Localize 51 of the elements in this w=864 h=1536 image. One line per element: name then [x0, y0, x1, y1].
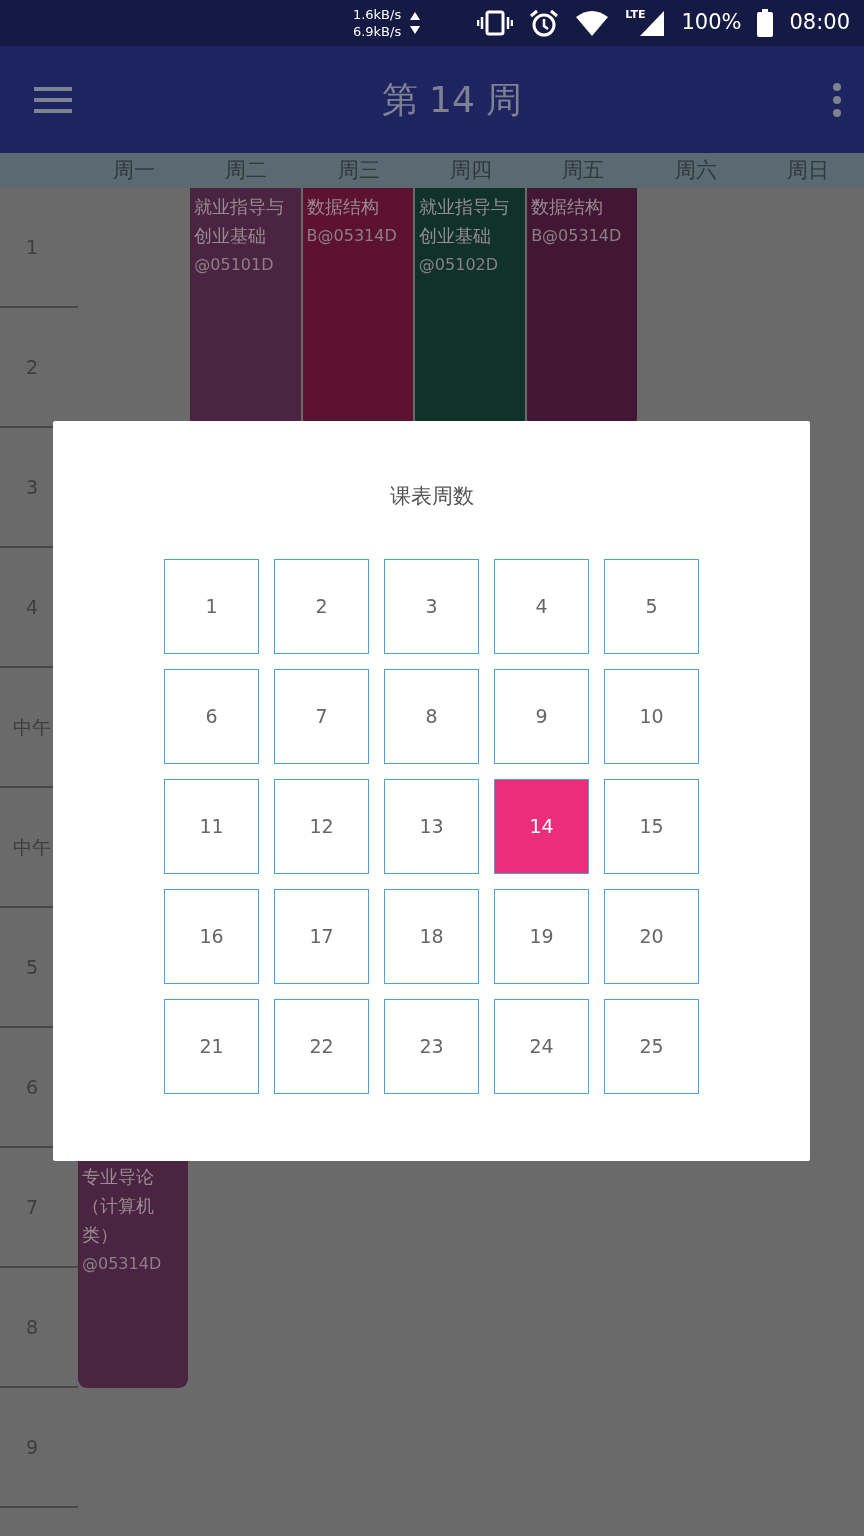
network-type-label: LTE [625, 9, 646, 21]
week-button[interactable]: 20 [604, 889, 699, 984]
course-room: @05314D [82, 1253, 163, 1275]
week-button[interactable]: 2 [274, 559, 369, 654]
week-button[interactable]: 8 [384, 669, 479, 764]
week-button[interactable]: 21 [164, 999, 259, 1094]
week-button[interactable]: 10 [604, 669, 699, 764]
course-name: 数据结构 [306, 195, 380, 219]
course-name: 就业指导与创业基础 [194, 195, 286, 248]
week-button[interactable]: 3 [384, 559, 479, 654]
week-button[interactable]: 18 [384, 889, 479, 984]
vibrate-icon [477, 9, 514, 37]
week-button[interactable]: 1 [164, 559, 259, 654]
download-speed: 6.9kB/s [352, 23, 402, 40]
week-button[interactable]: 16 [164, 889, 259, 984]
upload-speed: 1.6kB/s [352, 6, 402, 23]
course-room: @05102D [418, 254, 500, 276]
week-button[interactable]: 17 [274, 889, 369, 984]
alarm-icon [529, 8, 560, 38]
week-button[interactable]: 7 [274, 669, 369, 764]
week-button[interactable]: 11 [164, 779, 259, 874]
week-button[interactable]: 23 [384, 999, 479, 1094]
week-button[interactable]: 22 [274, 999, 369, 1094]
more-icon [832, 82, 842, 117]
week-button[interactable]: 14 [494, 779, 589, 874]
week-button[interactable]: 25 [604, 999, 699, 1094]
data-arrows-icon [409, 10, 422, 36]
app-title: 第 14 周 [381, 77, 523, 122]
wifi-icon [575, 9, 610, 37]
menu-button[interactable] [34, 85, 72, 114]
more-options-button[interactable] [832, 82, 842, 117]
course-room: @05101D [194, 254, 275, 276]
battery-percent: 100% [681, 9, 742, 37]
course-name: 数据结构 [531, 195, 605, 219]
course-name: 专业导论（计算机类） [82, 1165, 155, 1247]
week-button[interactable]: 5 [604, 559, 699, 654]
week-button[interactable]: 6 [164, 669, 259, 764]
week-button[interactable]: 9 [494, 669, 589, 764]
clock: 08:00 [789, 9, 850, 37]
week-button[interactable]: 19 [494, 889, 589, 984]
week-button[interactable]: 15 [604, 779, 699, 874]
week-button[interactable]: 12 [274, 779, 369, 874]
week-button[interactable]: 24 [494, 999, 589, 1094]
menu-icon [34, 85, 72, 114]
dialog-title: 课表周数 [388, 483, 475, 510]
course-name: 就业指导与创业基础 [418, 195, 510, 248]
battery-icon [757, 9, 774, 37]
week-button[interactable]: 13 [384, 779, 479, 874]
course-room: B@05314D [306, 225, 398, 247]
week-button[interactable]: 4 [494, 559, 589, 654]
course-room: B@05314D [531, 225, 623, 247]
